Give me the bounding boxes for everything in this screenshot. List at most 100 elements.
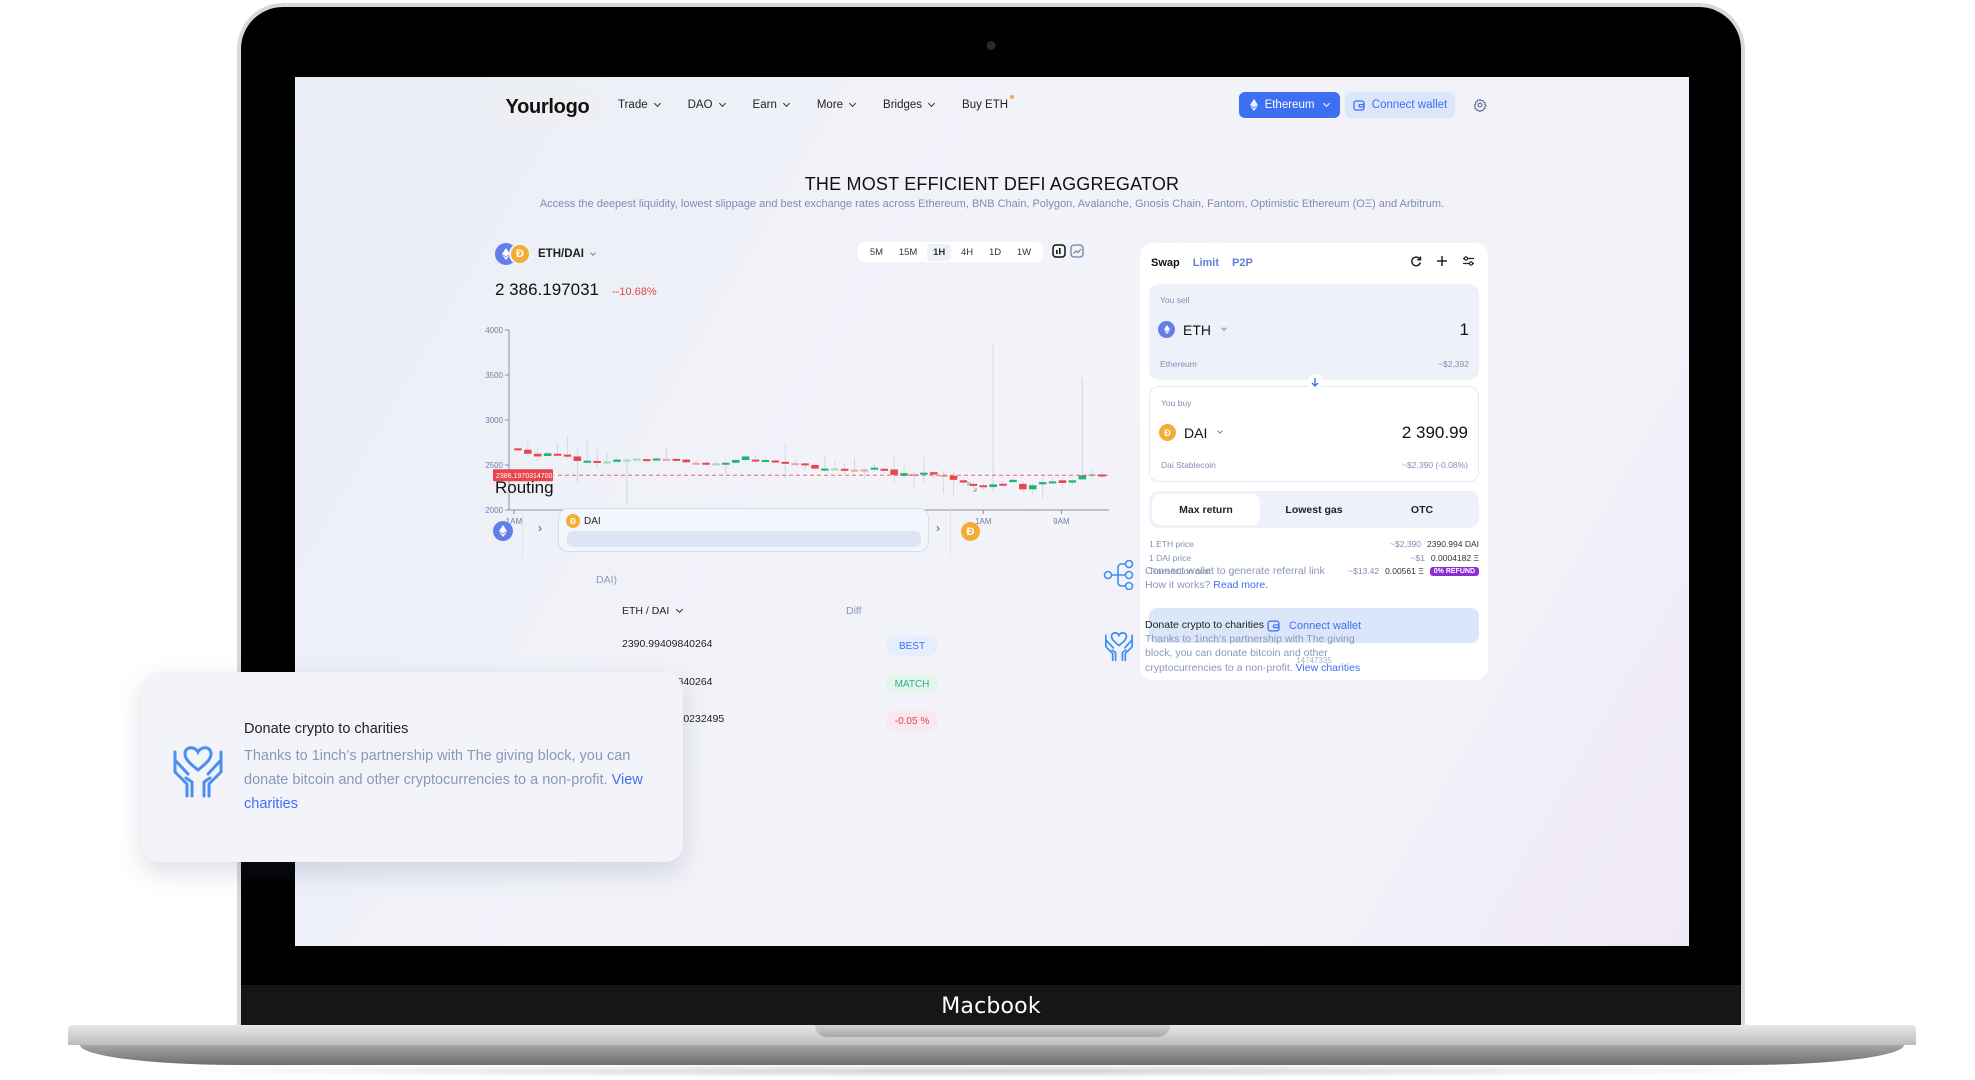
- rate-column-header[interactable]: ETH / DAI: [622, 605, 684, 617]
- candle-body: [830, 468, 839, 471]
- swap-tabs: Swap Limit P2P: [1151, 257, 1253, 269]
- timeframe-4h[interactable]: 4H: [955, 244, 979, 261]
- sell-usd-value: ~$2,392: [1438, 359, 1469, 369]
- candle-body: [623, 459, 631, 462]
- tab-swap[interactable]: Swap: [1151, 257, 1180, 269]
- dai-token-icon: Đ: [1159, 424, 1176, 441]
- laptop-shadow: [130, 1064, 1850, 1078]
- read-more-link[interactable]: Read more.: [1213, 579, 1268, 591]
- sell-token-selector[interactable]: ETH: [1158, 321, 1227, 338]
- refresh-icon[interactable]: [1408, 253, 1424, 269]
- y-tick-label: 4000: [485, 326, 503, 335]
- route-mode-selector: Max return Lowest gas OTC: [1149, 491, 1479, 528]
- route-token-label: DAI: [584, 515, 601, 527]
- eth-token-icon: [1158, 321, 1175, 338]
- candle-body: [821, 468, 829, 471]
- mode-otc[interactable]: OTC: [1368, 494, 1476, 525]
- gear-icon[interactable]: [1473, 98, 1487, 112]
- nav-buy-eth[interactable]: Buy ETH: [962, 95, 1015, 111]
- buy-box: You buy Đ DAI 2 390.99 Dai Stablecoin ~$…: [1149, 386, 1479, 482]
- diff-badge-negative: -0.05 %: [886, 711, 938, 731]
- candle-body: [672, 458, 681, 461]
- timeframe-1h[interactable]: 1H: [927, 243, 952, 261]
- tab-limit[interactable]: Limit: [1193, 257, 1219, 269]
- swap-direction-button[interactable]: [1307, 374, 1323, 390]
- timeframe-1d[interactable]: 1D: [983, 244, 1007, 261]
- chevron-down-icon: [718, 99, 726, 108]
- view-charities-link[interactable]: View charities: [1296, 662, 1361, 674]
- route-destination-dai-icon: Đ: [961, 522, 980, 541]
- sell-token-name: Ethereum: [1160, 359, 1197, 369]
- candle-body: [514, 448, 522, 451]
- line-chart-icon[interactable]: [1070, 244, 1084, 258]
- tab-p2p[interactable]: P2P: [1232, 257, 1253, 269]
- expand-icon[interactable]: [967, 482, 977, 492]
- candle-body: [870, 467, 879, 470]
- candle-body: [979, 485, 988, 488]
- referral-question: How it works?: [1145, 579, 1211, 592]
- referral-text: Connect wallet to generate referral link: [1145, 565, 1325, 577]
- nav-earn[interactable]: Earn: [752, 99, 790, 111]
- candle-body: [781, 461, 790, 464]
- price-chart[interactable]: 200025003000350040001AM9AM5PM1AM9AM5PM1A…: [481, 322, 1113, 537]
- chevron-down-icon: [653, 99, 661, 108]
- chevron-down-icon: [928, 99, 936, 108]
- nav-label: Earn: [752, 99, 777, 111]
- nav-dao[interactable]: DAO: [687, 99, 726, 111]
- chevron-right-icon: ›: [538, 521, 542, 535]
- mode-lowest-gas[interactable]: Lowest gas: [1260, 494, 1368, 525]
- diff-column-header: Diff: [846, 605, 862, 617]
- candle-body: [1019, 483, 1027, 490]
- y-tick-label: 3500: [485, 371, 503, 380]
- nav-label: DAO: [687, 99, 713, 111]
- laptop-notch: [815, 1025, 1170, 1037]
- dai-token-icon: Đ: [509, 243, 531, 265]
- route-step: Đ DAI: [558, 508, 929, 552]
- candle-body: [632, 458, 641, 461]
- candle-body: [583, 460, 592, 463]
- candle-body: [949, 475, 958, 480]
- buy-amount: 2 390.99: [1401, 423, 1468, 442]
- nav-more[interactable]: More: [817, 99, 857, 111]
- candlestick-icon[interactable]: [1052, 244, 1066, 258]
- chevron-right-icon: ›: [936, 521, 940, 535]
- callout-body: Thanks to 1inch’s partnership with The g…: [244, 744, 664, 816]
- candle-body: [1068, 480, 1077, 483]
- candle-body: [593, 460, 601, 463]
- row-rate: 2390.99409840264: [622, 638, 713, 650]
- network-selector[interactable]: Ethereum: [1239, 92, 1340, 118]
- logo[interactable]: Yourlogo: [490, 90, 605, 124]
- chevron-down-icon: [590, 249, 596, 256]
- nav-bridges[interactable]: Bridges: [883, 99, 936, 111]
- candle-body: [642, 459, 651, 462]
- new-badge-dot: [1010, 95, 1015, 99]
- candle-body: [533, 453, 542, 457]
- page-title: THE MOST EFFICIENT DEFI AGGREGATOR: [804, 174, 1180, 194]
- nav-label: Bridges: [883, 99, 923, 111]
- settings-sliders-icon[interactable]: [1460, 253, 1476, 269]
- compare-subtitle: DAI): [596, 574, 617, 586]
- candle-body: [850, 469, 859, 472]
- candle-body: [613, 459, 621, 462]
- add-icon[interactable]: [1434, 253, 1450, 269]
- timeframe-15m[interactable]: 15M: [893, 244, 923, 261]
- candle-body: [999, 483, 1007, 486]
- candle-body: [1028, 485, 1037, 490]
- timeframe-1w[interactable]: 1W: [1011, 244, 1037, 261]
- candle-body: [1009, 479, 1017, 483]
- candle-body: [751, 459, 760, 462]
- candle-body: [712, 463, 720, 466]
- connect-wallet-header-button[interactable]: Connect wallet: [1345, 92, 1455, 118]
- timeframe-5m[interactable]: 5M: [864, 244, 889, 261]
- pair-selector[interactable]: Đ ETH/DAI: [495, 243, 596, 265]
- route-source-eth-icon: [493, 521, 513, 541]
- mode-max-return[interactable]: Max return: [1152, 494, 1260, 525]
- divider: [950, 508, 951, 558]
- charity-callout-card: Donate crypto to charities Thanks to 1in…: [142, 672, 683, 862]
- nav-trade[interactable]: Trade: [618, 99, 661, 111]
- candle-body: [553, 453, 562, 456]
- dai-price-row: 1 DAI price ~$1 0.0004182 Ξ: [1149, 553, 1479, 563]
- sell-amount-input[interactable]: 1: [1460, 320, 1469, 340]
- column-label: ETH / DAI: [622, 605, 670, 617]
- buy-token-selector[interactable]: Đ DAI: [1159, 424, 1224, 441]
